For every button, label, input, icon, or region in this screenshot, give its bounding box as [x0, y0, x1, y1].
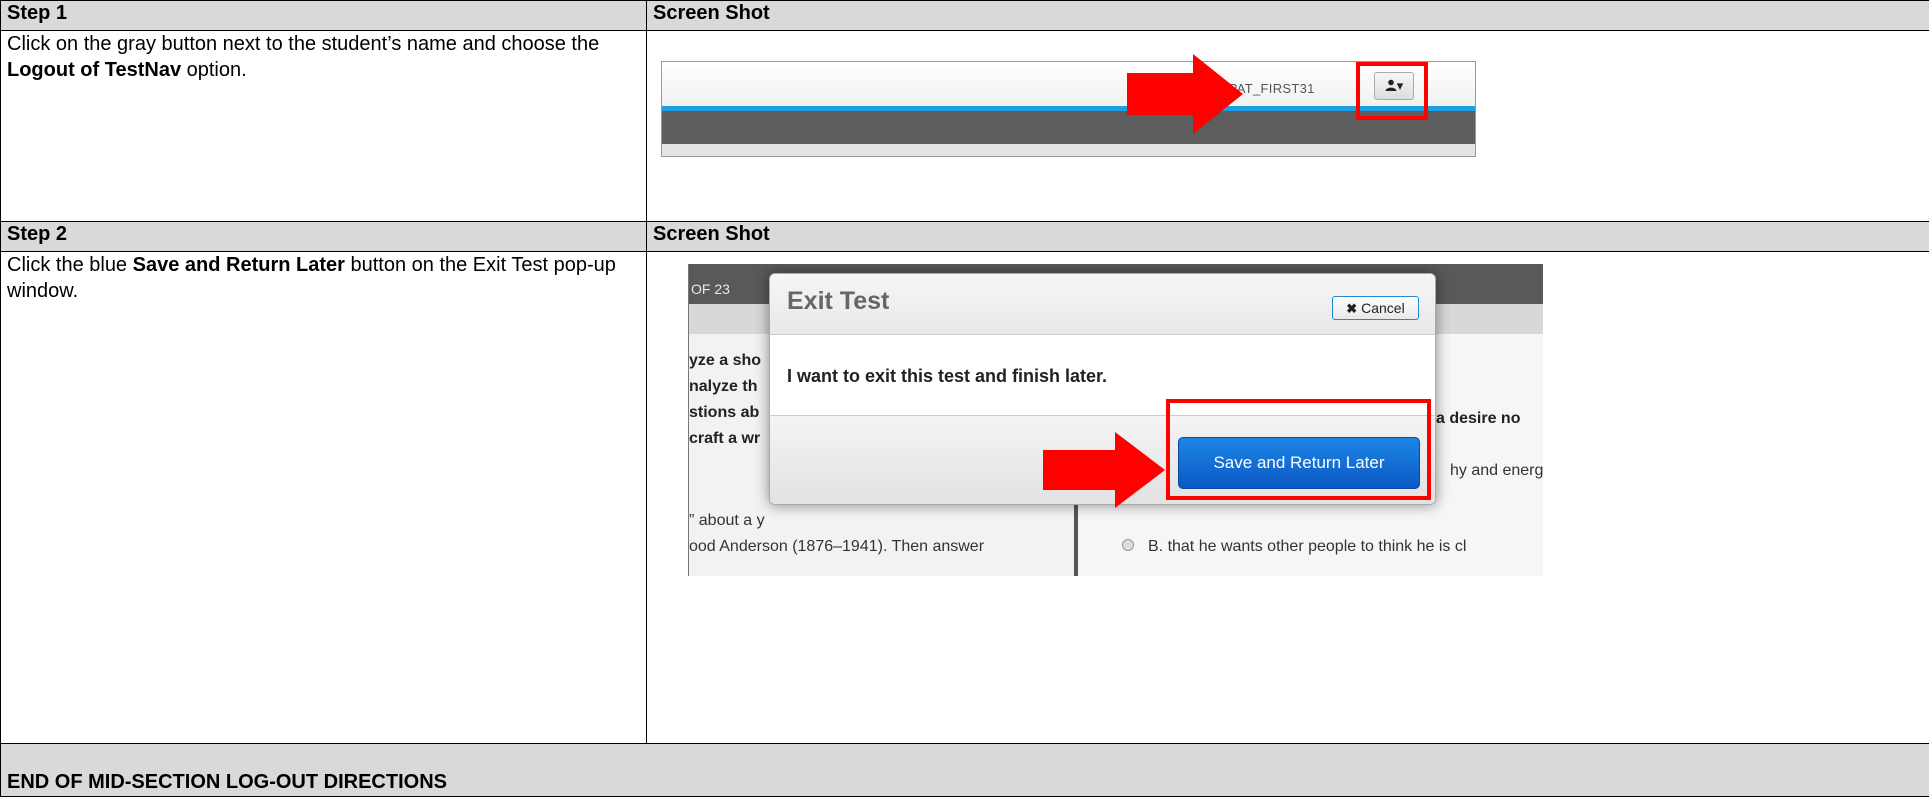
- directions-table: Step 1 Screen Shot Click on the gray but…: [0, 0, 1929, 797]
- testnav-top-bar: [662, 62, 1475, 107]
- highlight-box-save-button: [1166, 399, 1431, 501]
- passage-text-line: ” about a y: [689, 512, 765, 530]
- cancel-label: Cancel: [1361, 300, 1405, 317]
- answer-option-b: B. that he wants other people to think h…: [1148, 538, 1467, 556]
- answer-text: hy and energ: [1450, 462, 1543, 480]
- step2-row: Click the blue Save and Return Later but…: [0, 251, 1929, 744]
- red-arrow-icon: [1127, 54, 1243, 135]
- step1-text-part1: Click on the gray button next to the stu…: [7, 33, 600, 56]
- step1-screenshot-header: Screen Shot: [646, 0, 1929, 32]
- cancel-button[interactable]: ✖ Cancel: [1332, 296, 1419, 321]
- exit-test-screenshot: OF 23 yze a sho nalyze th stions ab craf…: [688, 264, 1543, 577]
- question-bold-text: a desire no: [1436, 410, 1521, 428]
- passage-bold-line: craft a wr: [689, 430, 761, 448]
- passage-text-line: ood Anderson (1876–1941). Then answer: [689, 538, 985, 556]
- step1-instruction: Click on the gray button next to the stu…: [0, 30, 647, 222]
- question-counter: OF 23: [691, 281, 730, 298]
- step2-instruction: Click the blue Save and Return Later but…: [0, 251, 647, 744]
- step2-text-bold: Save and Return Later: [132, 254, 345, 277]
- passage-bold-line: nalyze th: [689, 378, 758, 396]
- testnav-header-screenshot: E. EPAT_FIRST31 ▾: [661, 61, 1476, 158]
- footer-row: END OF MID-SECTION LOG-OUT DIRECTIONS: [0, 742, 1929, 797]
- end-directions-text: END OF MID-SECTION LOG-OUT DIRECTIONS: [0, 742, 1929, 797]
- passage-bold-line: yze a sho: [689, 352, 762, 370]
- toolbar-bottom: [662, 144, 1475, 157]
- dark-toolbar: [662, 111, 1475, 145]
- dialog-message: I want to exit this test and finish late…: [787, 366, 1108, 387]
- close-icon: ✖: [1346, 301, 1358, 317]
- passage-bold-line: stions ab: [689, 404, 760, 422]
- highlight-box-user-button: [1356, 62, 1428, 121]
- step1-row: Click on the gray button next to the stu…: [0, 30, 1929, 222]
- step1-header: Step 1: [0, 0, 647, 32]
- step2-header-row: Step 2 Screen Shot: [0, 220, 1929, 253]
- step1-screenshot-cell: E. EPAT_FIRST31 ▾: [646, 30, 1929, 222]
- step1-text-bold: Logout of TestNav: [7, 59, 182, 82]
- answer-radio-b[interactable]: [1122, 539, 1134, 552]
- step2-text-part1: Click the blue: [7, 254, 133, 277]
- dialog-header: Exit Test ✖ Cancel: [770, 274, 1435, 336]
- dialog-title: Exit Test: [787, 287, 890, 316]
- step1-header-row: Step 1 Screen Shot: [0, 0, 1929, 32]
- step1-text-part2: option.: [181, 59, 247, 82]
- step2-header: Step 2: [0, 220, 647, 253]
- step2-screenshot-cell: OF 23 yze a sho nalyze th stions ab craf…: [646, 251, 1929, 744]
- red-arrow-icon: [1043, 432, 1165, 509]
- step2-screenshot-header: Screen Shot: [646, 220, 1929, 253]
